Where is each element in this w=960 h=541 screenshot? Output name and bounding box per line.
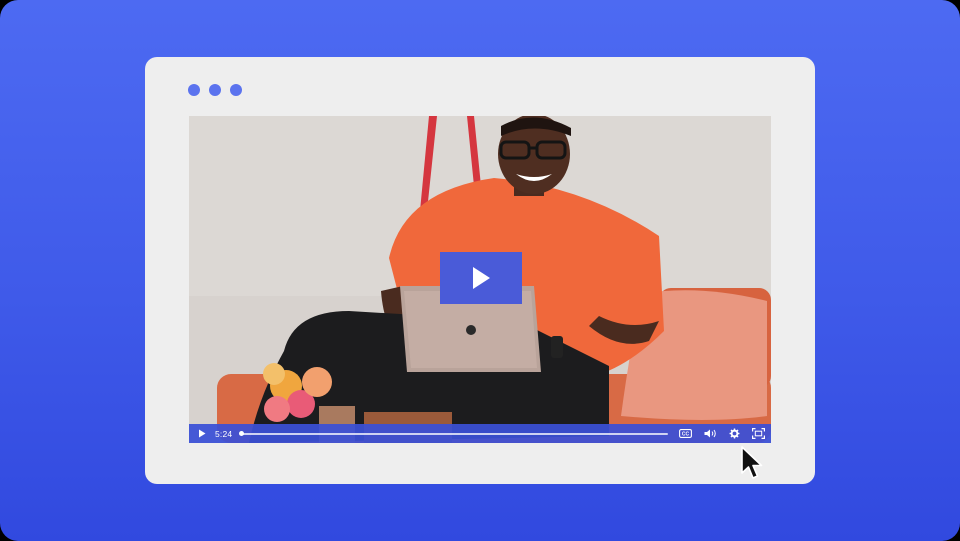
window-controls	[188, 84, 242, 96]
window-dot-1[interactable]	[188, 84, 200, 96]
video-player[interactable]: 5:24 CC	[189, 116, 771, 443]
volume-button[interactable]	[704, 429, 717, 438]
control-bar: 5:24 CC	[189, 424, 771, 443]
gear-icon	[729, 428, 740, 439]
play-icon	[473, 267, 490, 289]
progress-bar[interactable]	[239, 430, 669, 436]
progress-handle[interactable]	[239, 430, 245, 436]
browser-window: 5:24 CC	[145, 57, 815, 484]
play-button[interactable]	[198, 429, 206, 438]
settings-button[interactable]	[729, 428, 740, 439]
window-dot-2[interactable]	[209, 84, 221, 96]
mouse-pointer-icon	[741, 446, 763, 479]
svg-text:CC: CC	[682, 432, 690, 438]
window-dot-3[interactable]	[230, 84, 242, 96]
play-icon	[199, 429, 206, 438]
background: 5:24 CC	[0, 0, 960, 541]
fullscreen-icon	[752, 428, 766, 439]
volume-icon	[704, 429, 717, 438]
fullscreen-button[interactable]	[752, 428, 766, 439]
current-time: 5:24	[215, 428, 233, 439]
big-play-button[interactable]	[440, 252, 522, 304]
captions-button[interactable]: CC	[679, 429, 693, 438]
closed-captions-icon: CC	[679, 429, 693, 438]
